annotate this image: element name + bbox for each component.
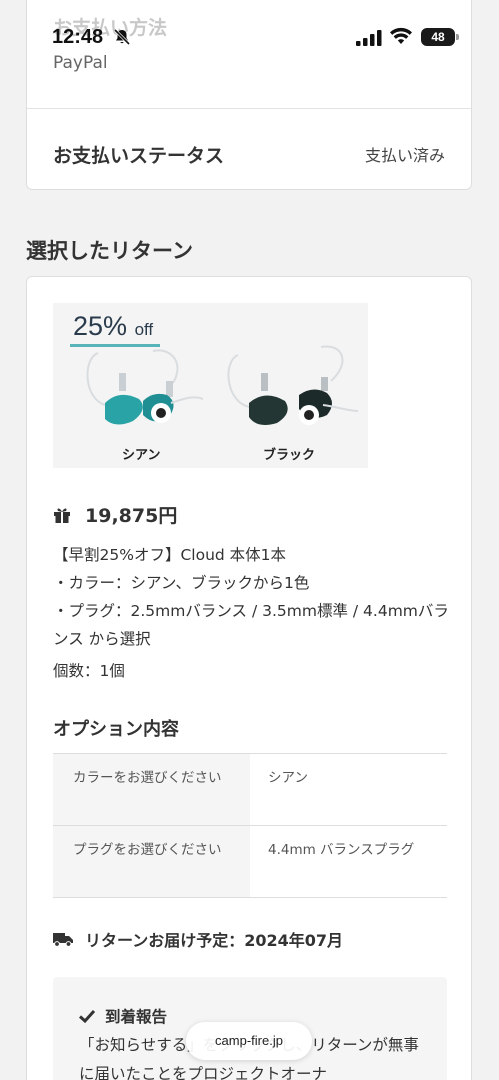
divider [27, 108, 471, 109]
payment-status-label: お支払いステータス [53, 145, 225, 167]
reward-price: 19,875円 [85, 505, 178, 527]
price-row: 19,875円 [53, 501, 177, 528]
option-key: カラーをお選びください [53, 754, 250, 825]
option-key: プラグをお選びください [53, 826, 250, 897]
check-icon [79, 1009, 95, 1023]
signal-icon [356, 30, 382, 46]
table-row: カラーをお選びください シアン [53, 754, 447, 826]
variant-label-black: ブラック [263, 448, 316, 463]
description-line: 【早割25%オフ】Cloud 本体1本 [53, 546, 287, 564]
wifi-icon [390, 27, 412, 44]
reward-image: 25% off シアン ブラック [53, 303, 368, 468]
option-value: 4.4mm バランスプラグ [268, 842, 415, 858]
description-line: ・プラグ：2.5mmバランス / 3.5mm標準 / 4.4mmバランス から選… [53, 602, 449, 648]
bell-slash-icon [113, 28, 131, 46]
status-bar: 12:48 48 [0, 0, 499, 70]
delivery-date: リターンお届け予定：2024年07月 [85, 931, 343, 950]
description-line: ・カラー：シアン、ブラックから1色 [53, 574, 310, 592]
earphones-illustration [86, 345, 359, 425]
truck-icon [53, 933, 73, 947]
reward-quantity: 個数：1個 [53, 662, 125, 680]
status-time: 12:48 [52, 26, 104, 48]
section-title: 選択したリターン [26, 239, 193, 263]
report-header: 到着報告 [79, 1005, 167, 1027]
reward-card: 25% off シアン ブラック 19,875円 【早割25%オフ】Cloud … [26, 276, 472, 1080]
battery-indicator: 48 [421, 28, 459, 46]
table-row: プラグをお選びください 4.4mm バランスプラグ [53, 826, 447, 898]
options-table: カラーをお選びください シアン プラグをお選びください 4.4mm バランスプラ… [53, 753, 447, 898]
reward-description: 【早割25%オフ】Cloud 本体1本 ・カラー：シアン、ブラックから1色 ・プ… [53, 541, 453, 653]
payment-status-value: 支払い済み [364, 146, 445, 165]
report-title: 到着報告 [105, 1008, 168, 1026]
gift-icon [54, 508, 70, 523]
delivery-row: リターンお届け予定：2024年07月 [53, 927, 343, 951]
options-title: オプション内容 [53, 719, 179, 740]
browser-url-bar[interactable]: camp-fire.jp [186, 1022, 312, 1060]
option-value: シアン [268, 770, 308, 786]
variant-label-cyan: シアン [122, 448, 161, 463]
